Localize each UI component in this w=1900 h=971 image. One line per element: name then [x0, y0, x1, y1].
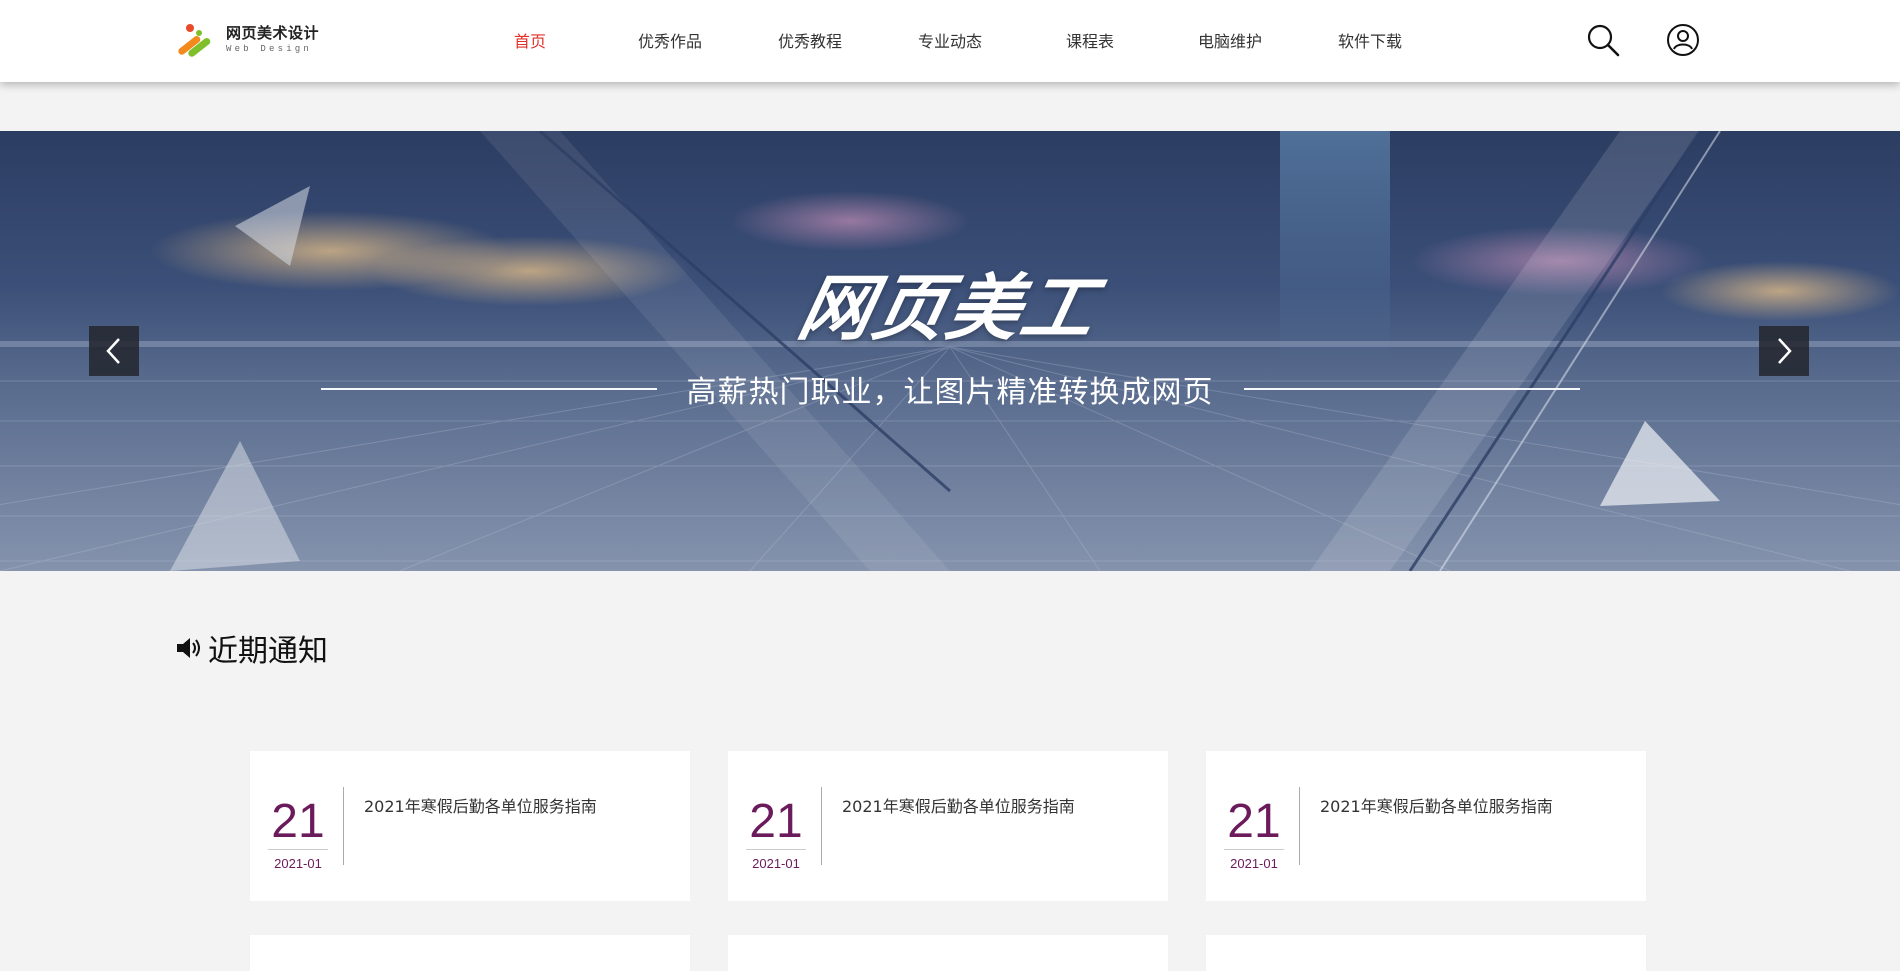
- notice-card-partial[interactable]: [250, 935, 690, 971]
- card-divider: [821, 787, 822, 865]
- chevron-right-icon: [1778, 338, 1792, 364]
- banner-subtitle: 高薪热门职业，让图片精准转换成网页: [686, 375, 1214, 410]
- logo-mark-icon: [172, 20, 224, 60]
- nav-item-news[interactable]: 专业动态: [880, 0, 1020, 82]
- hero-banner: 网页美工 高薪热门职业，让图片精准转换成网页: [0, 131, 1900, 571]
- user-icon[interactable]: [1665, 22, 1701, 58]
- notice-heading: 近期通知: [208, 634, 328, 669]
- nav-item-tutorials[interactable]: 优秀教程: [740, 0, 880, 82]
- notice-day: 21: [1224, 797, 1284, 850]
- card-divider: [1299, 787, 1300, 865]
- site-header: 网页美术设计 Web Design 首页 优秀作品 优秀教程 专业动态 课程表 …: [0, 0, 1900, 82]
- notice-month: 2021-01: [1230, 856, 1278, 871]
- nav-item-works[interactable]: 优秀作品: [600, 0, 740, 82]
- brand-logo[interactable]: 网页美术设计 Web Design: [172, 20, 319, 60]
- nav-item-pc-maintenance[interactable]: 电脑维护: [1160, 0, 1300, 82]
- chevron-left-icon: [106, 338, 120, 364]
- notice-day: 21: [268, 797, 328, 850]
- notice-card-partial[interactable]: [728, 935, 1168, 971]
- card-divider: [343, 787, 344, 865]
- brand-name: 网页美术设计: [226, 24, 320, 42]
- notice-date: 21 2021-01: [1224, 797, 1284, 871]
- banner-next-button[interactable]: [1759, 326, 1809, 376]
- banner-divider-left: [320, 388, 657, 390]
- banner-title: 网页美工: [791, 266, 1106, 350]
- notice-date: 21 2021-01: [746, 797, 806, 871]
- search-icon[interactable]: [1585, 22, 1621, 58]
- banner-divider-right: [1243, 388, 1580, 390]
- notice-section-title: 近期通知: [174, 626, 328, 670]
- notice-day: 21: [746, 797, 806, 850]
- notice-date: 21 2021-01: [268, 797, 328, 871]
- notice-title-link[interactable]: 2021年寒假后勤各单位服务指南: [1320, 793, 1553, 817]
- notice-card[interactable]: 21 2021-01 2021年寒假后勤各单位服务指南: [1206, 751, 1646, 901]
- speaker-icon: [177, 638, 200, 658]
- banner-prev-button[interactable]: [89, 326, 139, 376]
- notice-title-link[interactable]: 2021年寒假后勤各单位服务指南: [842, 793, 1075, 817]
- notice-month: 2021-01: [752, 856, 800, 871]
- notice-card[interactable]: 21 2021-01 2021年寒假后勤各单位服务指南: [250, 751, 690, 901]
- notice-month: 2021-01: [274, 856, 322, 871]
- nav-item-schedule[interactable]: 课程表: [1020, 0, 1160, 82]
- notice-card[interactable]: 21 2021-01 2021年寒假后勤各单位服务指南: [728, 751, 1168, 901]
- notice-title-link[interactable]: 2021年寒假后勤各单位服务指南: [364, 793, 597, 817]
- brand-tagline: Web Design: [226, 44, 313, 54]
- nav-item-downloads[interactable]: 软件下载: [1300, 0, 1440, 82]
- notice-card-partial[interactable]: [1206, 935, 1646, 971]
- main-nav: 首页 优秀作品 优秀教程 专业动态 课程表 电脑维护 软件下载: [460, 0, 1440, 82]
- nav-item-home[interactable]: 首页: [460, 0, 600, 82]
